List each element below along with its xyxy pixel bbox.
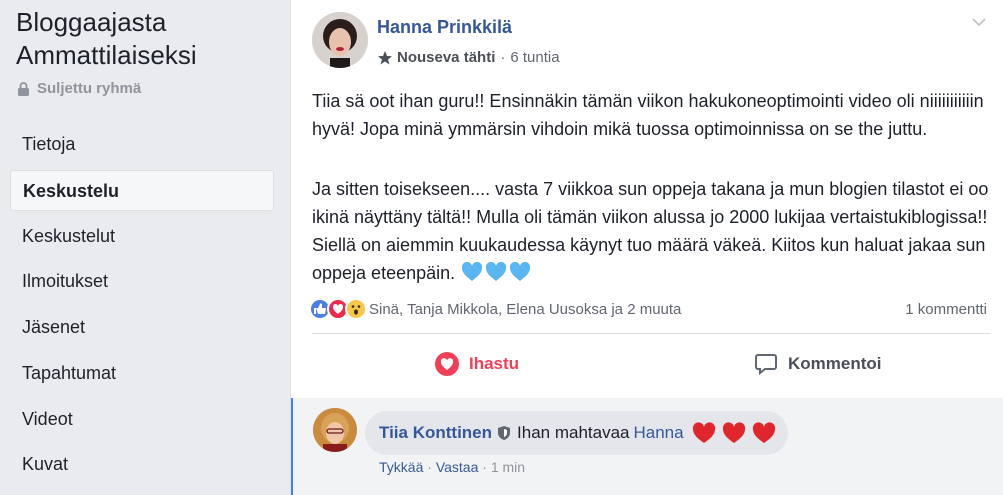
chevron-down-icon[interactable] <box>971 16 987 28</box>
reaction-icons <box>309 298 367 320</box>
group-title[interactable]: Bloggaajasta Ammattilaiseksi <box>16 6 197 72</box>
red-hearts-emoji <box>692 422 776 444</box>
love-reaction-button[interactable]: Ihastu <box>435 352 519 376</box>
comment-button-label: Kommentoi <box>788 354 882 373</box>
avatar-image <box>312 12 368 68</box>
comment-bubble: Tiia Konttinen Ihan mahtavaa Hanna <box>365 411 788 455</box>
divider <box>312 333 991 334</box>
post-card: Hanna Prinkkilä Nouseva tähti · 6 tuntia… <box>290 0 1003 495</box>
red-heart-icon <box>722 422 745 443</box>
sidebar-item-label: Videot <box>22 409 73 429</box>
sidebar-item-keskustelu[interactable]: Keskustelu <box>10 170 274 211</box>
blue-heart-icon <box>510 262 531 281</box>
blue-heart-icon <box>486 262 507 281</box>
heart-circle-icon <box>435 352 459 376</box>
group-title-line2: Ammattilaiseksi <box>16 40 197 70</box>
sidebar-item-label: Tapahtumat <box>22 363 117 383</box>
group-sidebar: Bloggaajasta Ammattilaiseksi Suljettu ry… <box>0 0 290 495</box>
commenter-avatar[interactable] <box>313 408 357 452</box>
sidebar-item-label: Ilmoitukset <box>22 271 109 291</box>
comment-text: Ihan mahtavaa <box>517 423 630 442</box>
blue-heart-icon <box>462 262 483 281</box>
avatar-image <box>313 408 357 452</box>
post-paragraph-1: Tiia sä oot ihan guru!! Ensinnäkin tämän… <box>312 87 992 143</box>
sidebar-item-jasenet[interactable]: Jäsenet <box>10 307 274 348</box>
sidebar-item-keskustelut[interactable]: Keskustelut <box>10 216 274 257</box>
post-author-name[interactable]: Hanna Prinkkilä <box>377 17 512 38</box>
blue-hearts-emoji <box>461 262 531 282</box>
wow-reaction-icon <box>345 298 367 320</box>
reactions-summary[interactable]: Sinä, Tanja Mikkola, Elena Uusoksa ja 2 … <box>309 298 681 320</box>
meta-separator: · <box>500 49 506 66</box>
reactions-text[interactable]: Sinä, Tanja Mikkola, Elena Uusoksa ja 2 … <box>369 301 681 318</box>
group-privacy: Suljettu ryhmä <box>18 80 141 97</box>
red-heart-icon <box>752 422 775 443</box>
separator: · <box>427 459 436 475</box>
sidebar-item-videot[interactable]: Videot <box>10 399 274 440</box>
comments-section: Tiia Konttinen Ihan mahtavaa Hanna Tykkä… <box>291 398 1003 495</box>
sidebar-item-ilmoitukset[interactable]: Ilmoitukset <box>10 261 274 302</box>
admin-shield-icon[interactable] <box>497 425 511 441</box>
separator: · <box>482 459 491 475</box>
comment-button[interactable]: Kommentoi <box>754 352 882 376</box>
sidebar-item-kuvat[interactable]: Kuvat <box>10 444 274 485</box>
post-paragraph-2: Ja sitten toisekseen.... vasta 7 viikkoa… <box>312 175 992 287</box>
lock-icon <box>18 81 29 96</box>
post-timestamp[interactable]: 6 tuntia <box>510 49 559 66</box>
comment-actions: Tykkää · Vastaa · 1 min <box>379 459 525 475</box>
comment-mention[interactable]: Hanna <box>633 423 683 443</box>
sidebar-item-label: Jäsenet <box>22 317 86 337</box>
sidebar-item-tapahtumat[interactable]: Tapahtumat <box>10 353 274 394</box>
post-meta: Nouseva tähti · 6 tuntia <box>377 49 560 66</box>
sidebar-item-label: Tietoja <box>22 134 76 154</box>
comment-timestamp[interactable]: 1 min <box>491 459 525 475</box>
comments-count[interactable]: 1 kommentti <box>905 301 987 318</box>
love-reaction-label: Ihastu <box>469 354 520 373</box>
comment-reply-link[interactable]: Vastaa <box>436 459 479 475</box>
sidebar-item-label: Kuvat <box>22 454 69 474</box>
comment-author-name[interactable]: Tiia Konttinen <box>379 423 492 443</box>
comment-like-link[interactable]: Tykkää <box>379 459 423 475</box>
post-paragraph-1-text: Tiia sä oot ihan guru!! Ensinnäkin tämän… <box>312 91 984 139</box>
sidebar-item-label: Keskustelu <box>23 181 120 201</box>
sidebar-item-label: Keskustelut <box>22 226 116 246</box>
group-privacy-label: Suljettu ryhmä <box>37 80 142 97</box>
group-title-line1: Bloggaajasta <box>16 7 167 37</box>
member-badge[interactable]: Nouseva tähti <box>397 49 495 66</box>
comment-bubble-icon <box>755 354 777 376</box>
sidebar-item-tietoja[interactable]: Tietoja <box>10 124 274 165</box>
post-paragraph-2-text: Ja sitten toisekseen.... vasta 7 viikkoa… <box>312 179 989 283</box>
red-heart-icon <box>692 422 715 443</box>
author-avatar[interactable] <box>312 12 368 68</box>
star-icon <box>378 50 392 64</box>
